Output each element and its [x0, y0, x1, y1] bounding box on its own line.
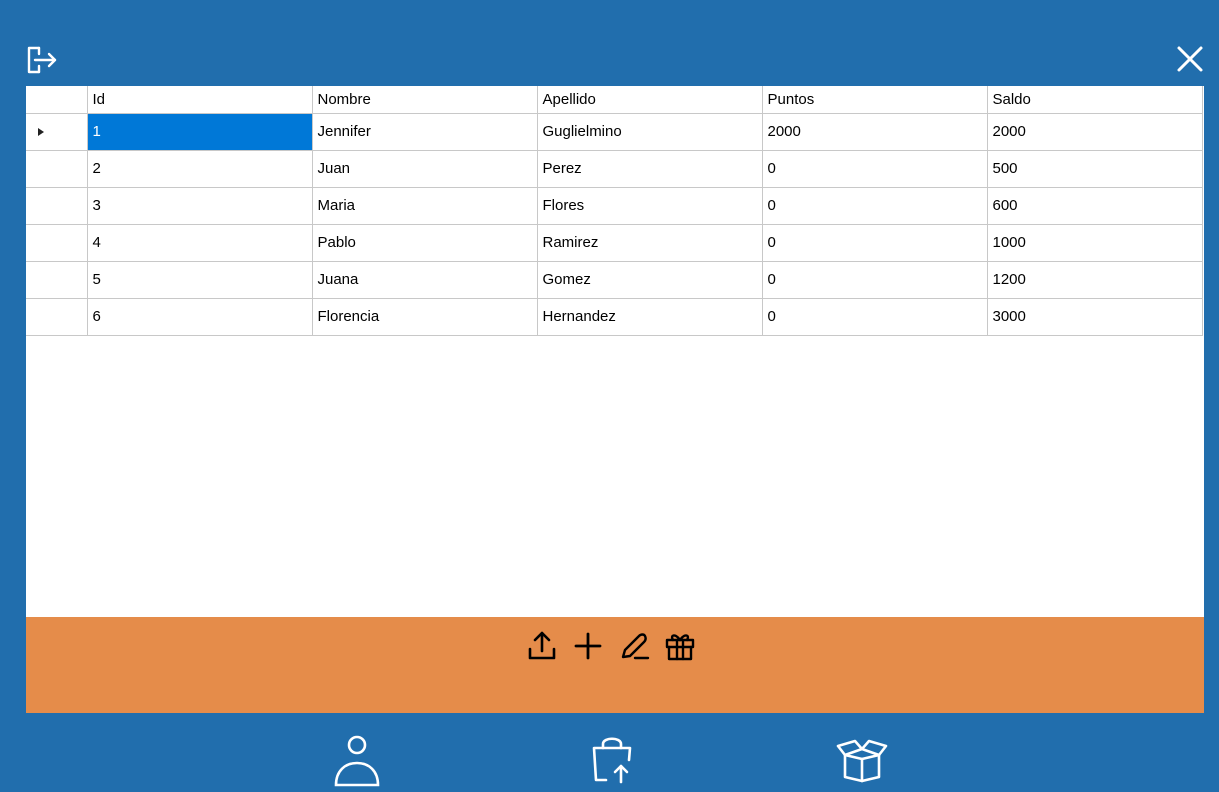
cell-puntos[interactable]: 0 — [762, 298, 988, 336]
row-header[interactable] — [26, 224, 88, 262]
logout-icon[interactable] — [25, 44, 65, 76]
cell-puntos[interactable]: 0 — [762, 224, 988, 262]
cell-puntos[interactable]: 2000 — [762, 113, 988, 151]
cell-apellido[interactable]: Hernandez — [537, 298, 763, 336]
table-row[interactable]: 4 Pablo Ramirez 0 1000 — [26, 224, 1203, 262]
cell-saldo[interactable]: 1200 — [987, 261, 1203, 299]
current-row-pointer-icon — [38, 127, 44, 136]
table-row[interactable]: 2 Juan Perez 0 500 — [26, 150, 1203, 188]
cell-nombre[interactable]: Juana — [312, 261, 538, 299]
column-header-apellido[interactable]: Apellido — [537, 86, 763, 114]
table-header-row: Id Nombre Apellido Puntos Saldo — [26, 86, 1203, 114]
cell-nombre[interactable]: Jennifer — [312, 113, 538, 151]
cell-saldo[interactable]: 3000 — [987, 298, 1203, 336]
table-row[interactable]: 1 Jennifer Guglielmino 2000 2000 — [26, 113, 1203, 151]
row-header[interactable] — [26, 150, 88, 188]
user-icon[interactable] — [333, 733, 381, 787]
cell-nombre[interactable]: Florencia — [312, 298, 538, 336]
cell-apellido[interactable]: Guglielmino — [537, 113, 763, 151]
cell-id[interactable]: 5 — [87, 261, 313, 299]
data-grid-panel: Id Nombre Apellido Puntos Saldo 1 Jennif… — [26, 86, 1204, 617]
cell-puntos[interactable]: 0 — [762, 150, 988, 188]
upload-icon[interactable] — [522, 627, 562, 665]
column-header-nombre[interactable]: Nombre — [312, 86, 538, 114]
cell-apellido[interactable]: Gomez — [537, 261, 763, 299]
cell-puntos[interactable]: 0 — [762, 187, 988, 225]
table-row[interactable]: 3 Maria Flores 0 600 — [26, 187, 1203, 225]
shopping-bag-upload-icon[interactable] — [588, 734, 636, 786]
cell-id[interactable]: 3 — [87, 187, 313, 225]
row-header[interactable] — [26, 261, 88, 299]
cell-id[interactable]: 6 — [87, 298, 313, 336]
gift-icon[interactable] — [660, 627, 700, 665]
close-icon[interactable] — [1170, 42, 1210, 78]
cell-apellido[interactable]: Flores — [537, 187, 763, 225]
column-header-id[interactable]: Id — [87, 86, 313, 114]
column-header-saldo[interactable]: Saldo — [987, 86, 1203, 114]
action-bar — [26, 617, 1204, 713]
cell-id[interactable]: 4 — [87, 224, 313, 262]
cell-id[interactable]: 1 — [87, 113, 313, 151]
table-row[interactable]: 6 Florencia Hernandez 0 3000 — [26, 298, 1203, 336]
cell-nombre[interactable]: Maria — [312, 187, 538, 225]
cell-puntos[interactable]: 0 — [762, 261, 988, 299]
table-row[interactable]: 5 Juana Gomez 0 1200 — [26, 261, 1203, 299]
clients-table: Id Nombre Apellido Puntos Saldo 1 Jennif… — [26, 86, 1203, 336]
cell-apellido[interactable]: Perez — [537, 150, 763, 188]
row-header[interactable] — [26, 298, 88, 336]
cell-saldo[interactable]: 2000 — [987, 113, 1203, 151]
open-box-icon[interactable] — [835, 735, 889, 783]
column-header-puntos[interactable]: Puntos — [762, 86, 988, 114]
cell-nombre[interactable]: Pablo — [312, 224, 538, 262]
cell-saldo[interactable]: 600 — [987, 187, 1203, 225]
pencil-icon[interactable] — [614, 627, 654, 665]
row-header[interactable] — [26, 187, 88, 225]
plus-icon[interactable] — [568, 627, 608, 665]
row-header-corner — [26, 86, 88, 114]
cell-saldo[interactable]: 1000 — [987, 224, 1203, 262]
cell-apellido[interactable]: Ramirez — [537, 224, 763, 262]
cell-id[interactable]: 2 — [87, 150, 313, 188]
row-header[interactable] — [26, 113, 88, 151]
cell-nombre[interactable]: Juan — [312, 150, 538, 188]
cell-saldo[interactable]: 500 — [987, 150, 1203, 188]
